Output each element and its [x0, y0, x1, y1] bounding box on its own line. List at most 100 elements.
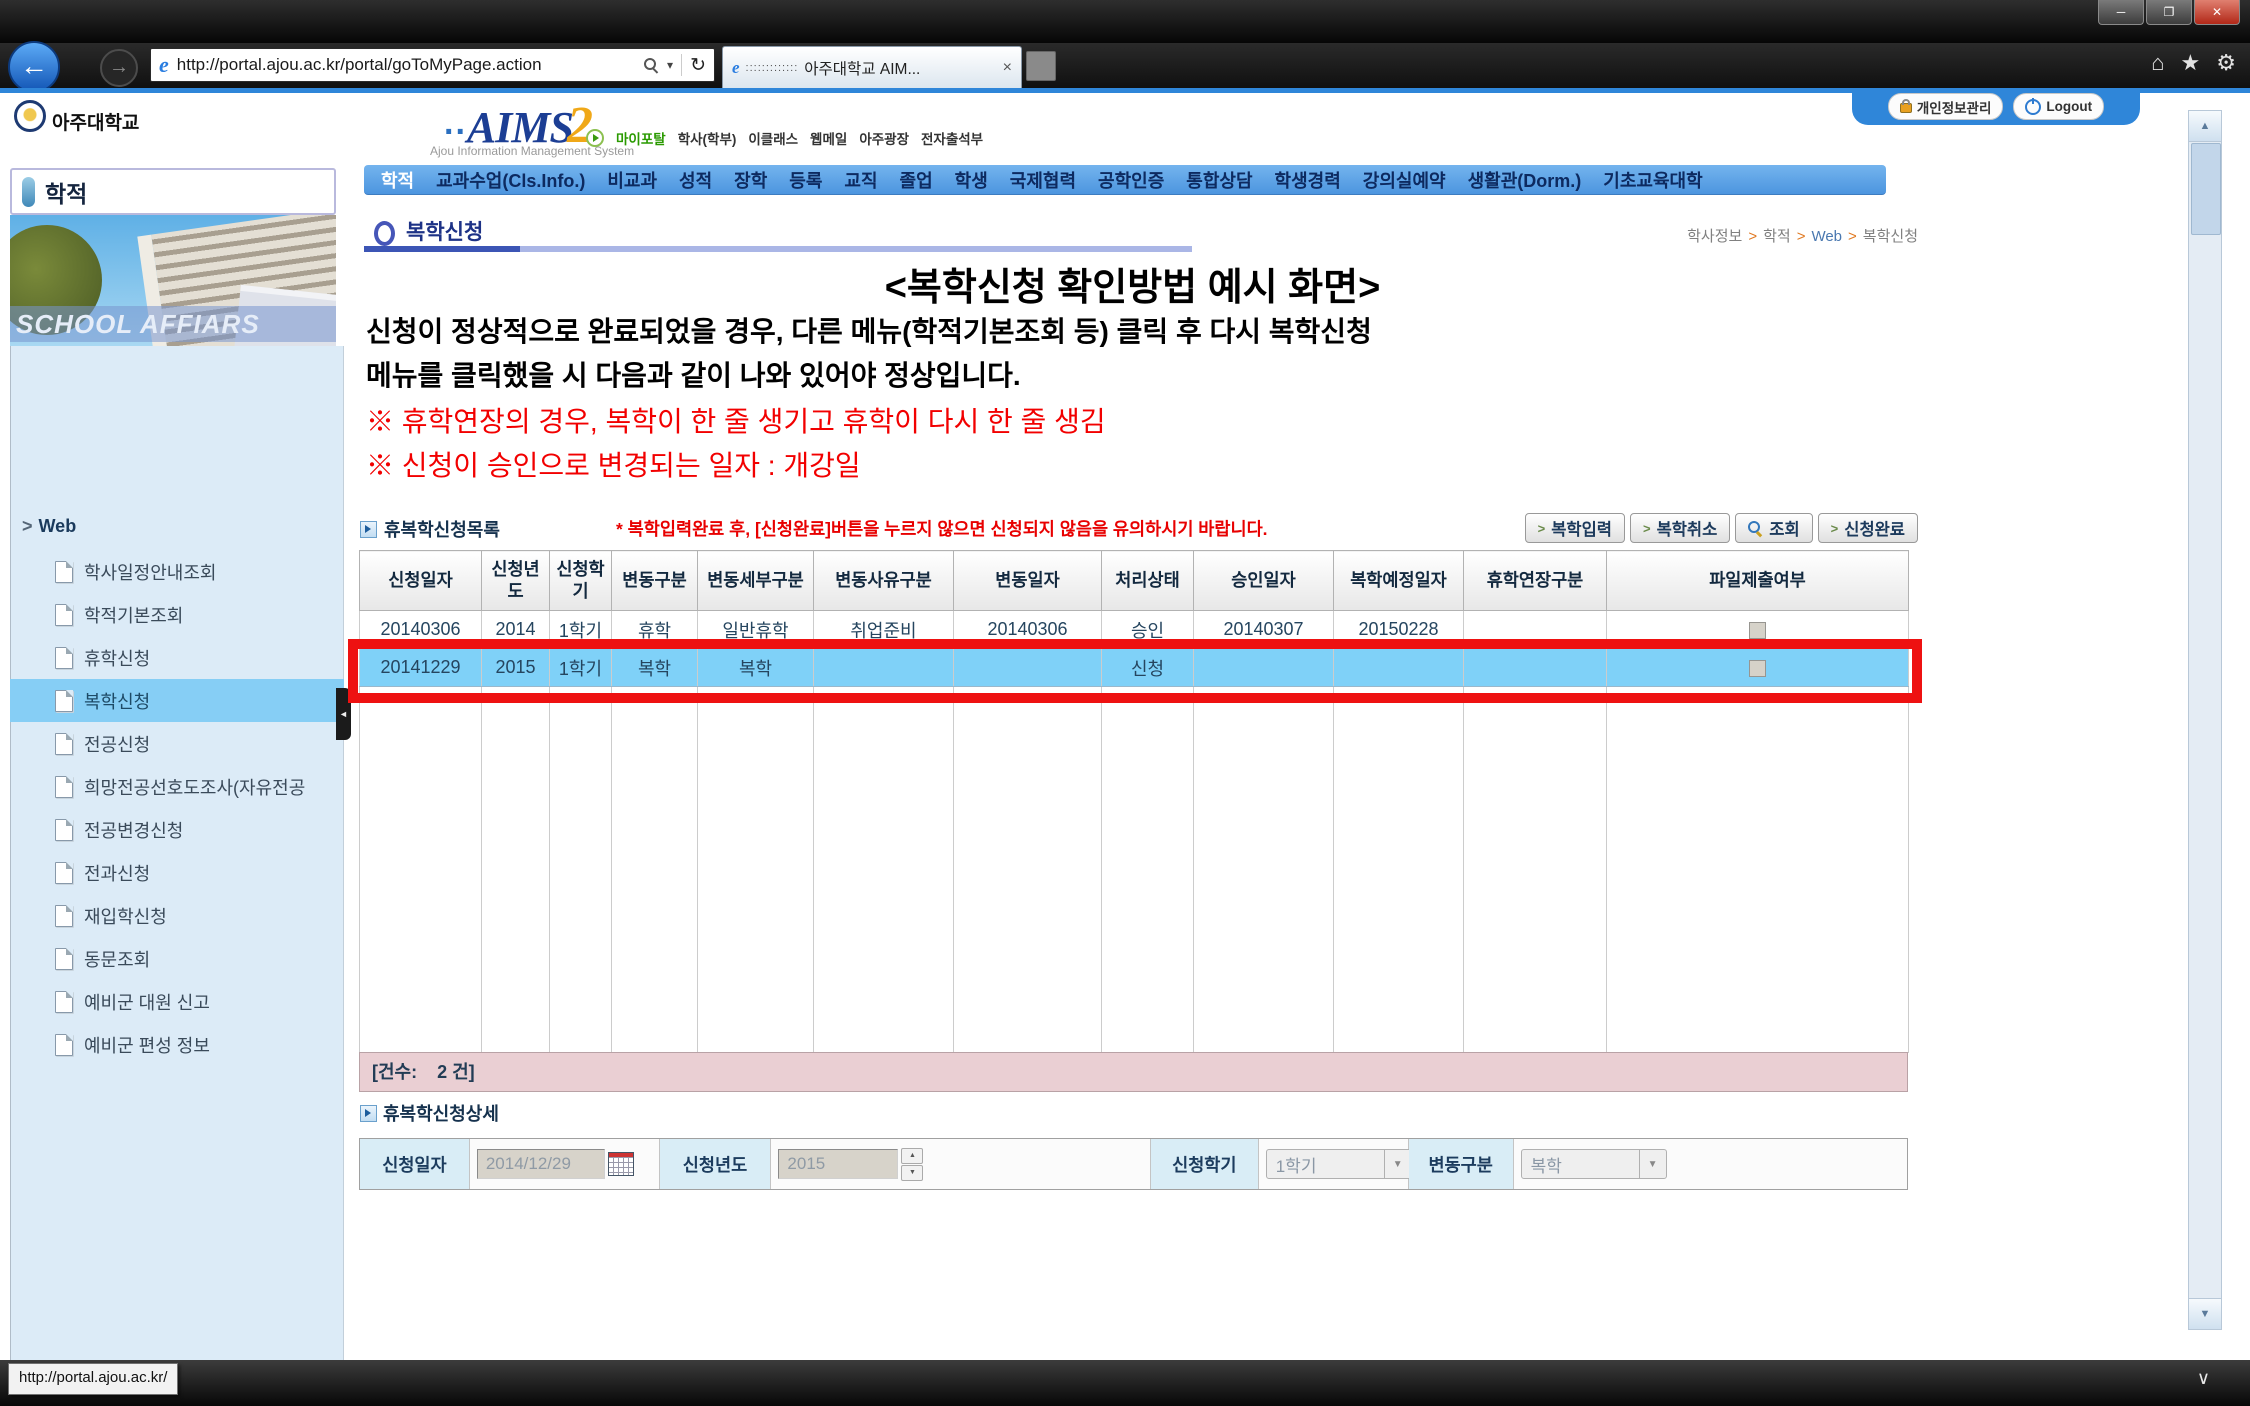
home-icon[interactable]: ⌂ — [2151, 50, 2164, 76]
sidebar-item-basic-record[interactable]: 학적기본조회 — [10, 593, 344, 636]
refresh-icon[interactable]: ↻ — [690, 54, 706, 77]
sidebar-item-major-change[interactable]: 전공변경신청 — [10, 808, 344, 851]
url-text[interactable]: http://portal.ajou.ac.kr/portal/goToMyPa… — [177, 55, 636, 75]
red-note-line-1: ※ 휴학연장의 경우, 복학이 한 줄 생기고 휴학이 다시 한 줄 생김 — [366, 400, 1106, 440]
scrollbar-thumb[interactable] — [2191, 143, 2221, 235]
menu-bikyogwa[interactable]: 비교과 — [596, 167, 668, 193]
scroll-down-icon[interactable]: ▼ — [2189, 1298, 2221, 1329]
menu-registration[interactable]: 등록 — [778, 167, 833, 193]
sidebar-item-reserve-report[interactable]: 예비군 대원 신고 — [10, 980, 344, 1023]
menu-engineering-cert[interactable]: 공학인증 — [1087, 167, 1175, 193]
calendar-icon[interactable] — [608, 1152, 634, 1176]
search-dropdown-icon[interactable]: ▾ — [667, 58, 673, 72]
section-pill-icon — [22, 177, 35, 207]
file-submit-checkbox[interactable] — [1749, 622, 1766, 639]
menu-graduation[interactable]: 졸업 — [889, 167, 944, 193]
notice-line-2: 메뉴를 클릭했을 시 다음과 같이 나와 있어야 정상입니다. — [366, 354, 1021, 394]
spinner-down-icon[interactable]: ▼ — [901, 1165, 923, 1181]
sidebar-section-box: 학적 — [10, 168, 336, 215]
sidebar-item-leave-application[interactable]: 휴학신청 — [10, 636, 344, 679]
col-header: 변동세부구분 — [698, 551, 814, 611]
document-icon — [55, 948, 73, 970]
empty-grid-area — [360, 687, 1909, 1053]
menu-career[interactable]: 학생경력 — [1264, 167, 1352, 193]
sidebar-item-reserve-info[interactable]: 예비군 편성 정보 — [10, 1023, 344, 1066]
window-close-button[interactable]: ✕ — [2194, 0, 2240, 25]
tools-icon[interactable]: ⚙ — [2216, 50, 2236, 76]
application-date-input[interactable]: 2014/12/29 — [477, 1149, 605, 1179]
top-link-eclass[interactable]: 이클래스 — [748, 128, 798, 148]
forward-button[interactable]: → — [100, 49, 138, 87]
col-header: 신청학기 — [550, 551, 612, 611]
top-link-haksa[interactable]: 학사(학부) — [678, 128, 737, 148]
document-icon — [55, 819, 73, 841]
menu-basic-education[interactable]: 기초교육대학 — [1592, 167, 1713, 193]
window-maximize-button[interactable]: ❐ — [2146, 0, 2192, 25]
breadcrumb-item: Web — [1811, 228, 1842, 245]
sidebar-item-readmission[interactable]: 재입학신청 — [10, 894, 344, 937]
top-link-myportal[interactable]: 마이포탈 — [616, 128, 666, 148]
menu-teaching[interactable]: 교직 — [833, 167, 888, 193]
application-year-field: 2015 ▲ ▼ — [771, 1139, 1150, 1189]
sidebar-item-transfer[interactable]: 전과신청 — [10, 851, 344, 894]
sidebar-item-major-preference-survey[interactable]: 희망전공선호도조사(자유전공 — [10, 765, 344, 808]
sidebar-item-label: 학적기본조회 — [84, 602, 183, 628]
submit-complete-button[interactable]: > 신청완료 — [1818, 513, 1918, 543]
sidebar-group-label: Web — [39, 516, 77, 536]
menu-hakjeok[interactable]: 학적 — [370, 167, 425, 193]
search-icon[interactable] — [644, 58, 659, 73]
empty-cell — [814, 687, 954, 1053]
sidebar-item-label: 휴학신청 — [84, 645, 150, 671]
menu-room-reservation[interactable]: 강의실예약 — [1352, 167, 1457, 193]
top-link-plaza[interactable]: 아주광장 — [859, 128, 909, 148]
application-term-field: 1학기 ▼ — [1259, 1139, 1409, 1189]
breadcrumb-item: 학적 — [1763, 228, 1791, 245]
sidebar-item-label: 학사일정안내조회 — [84, 559, 216, 585]
browser-tab[interactable]: e ::::::::::::: 아주대학교 AIM... × — [722, 46, 1022, 88]
scroll-up-icon[interactable]: ▲ — [2189, 111, 2221, 142]
menu-international[interactable]: 국제협력 — [999, 167, 1087, 193]
sidebar-item-return-application[interactable]: 복학신청 — [10, 679, 344, 722]
menu-grades[interactable]: 성적 — [668, 167, 723, 193]
empty-cell — [1464, 687, 1607, 1053]
return-input-button[interactable]: > 복학입력 — [1525, 513, 1625, 543]
spinner-up-icon[interactable]: ▲ — [901, 1148, 923, 1164]
tab-close-icon[interactable]: × — [1003, 59, 1012, 77]
sidebar-item-alumni[interactable]: 동문조회 — [10, 937, 344, 980]
new-tab-button[interactable] — [1026, 51, 1056, 81]
window-minimize-button[interactable]: ─ — [2098, 0, 2144, 25]
menu-counseling[interactable]: 통합상담 — [1175, 167, 1263, 193]
favorites-icon[interactable]: ★ — [2181, 50, 2201, 76]
document-icon — [55, 647, 73, 669]
logout-button[interactable]: Logout — [2013, 93, 2104, 120]
return-cancel-button[interactable]: > 복학취소 — [1630, 513, 1730, 543]
divider — [681, 54, 682, 76]
term-select[interactable]: 1학기 ▼ — [1266, 1149, 1412, 1179]
address-bar[interactable]: e http://portal.ajou.ac.kr/portal/goToMy… — [150, 48, 715, 82]
sidebar-menu: 학사일정안내조회 학적기본조회 휴학신청 복학신청 전공신청 희망전공선호도조사… — [10, 550, 344, 1066]
section-icon — [360, 1105, 377, 1122]
back-button[interactable]: ← — [8, 41, 60, 93]
top-link-attendance[interactable]: 전자출석부 — [921, 128, 983, 148]
privacy-settings-button[interactable]: 개인정보관리 — [1888, 93, 2004, 120]
sidebar-group-web[interactable]: >Web — [22, 516, 76, 537]
menu-classes[interactable]: 교과수업(Cls.Info.) — [425, 167, 596, 193]
search-button[interactable]: 조회 — [1735, 513, 1812, 543]
document-icon — [55, 733, 73, 755]
sidebar-item-label: 동문조회 — [84, 946, 150, 972]
breadcrumb-separator: > — [1848, 228, 1857, 245]
menu-student[interactable]: 학생 — [944, 167, 999, 193]
sidebar-item-label: 예비군 대원 신고 — [84, 989, 210, 1015]
main-menubar: 학적 교과수업(Cls.Info.) 비교과 성적 장학 등록 교직 졸업 학생… — [364, 165, 1886, 195]
menu-scholarship[interactable]: 장학 — [723, 167, 778, 193]
sidebar-item-major-application[interactable]: 전공신청 — [10, 722, 344, 765]
top-link-webmail[interactable]: 웹메일 — [810, 128, 847, 148]
document-icon — [55, 905, 73, 927]
change-type-select[interactable]: 복학 ▼ — [1521, 1149, 1667, 1179]
vertical-scrollbar[interactable]: ▲ ▼ — [2188, 110, 2222, 1330]
menu-dorm[interactable]: 생활관(Dorm.) — [1457, 167, 1593, 193]
window-controls: ─ ❐ ✕ — [2098, 0, 2240, 25]
application-year-input[interactable]: 2015 — [778, 1149, 898, 1179]
document-icon — [55, 561, 73, 583]
sidebar-item-calendar[interactable]: 학사일정안내조회 — [10, 550, 344, 593]
